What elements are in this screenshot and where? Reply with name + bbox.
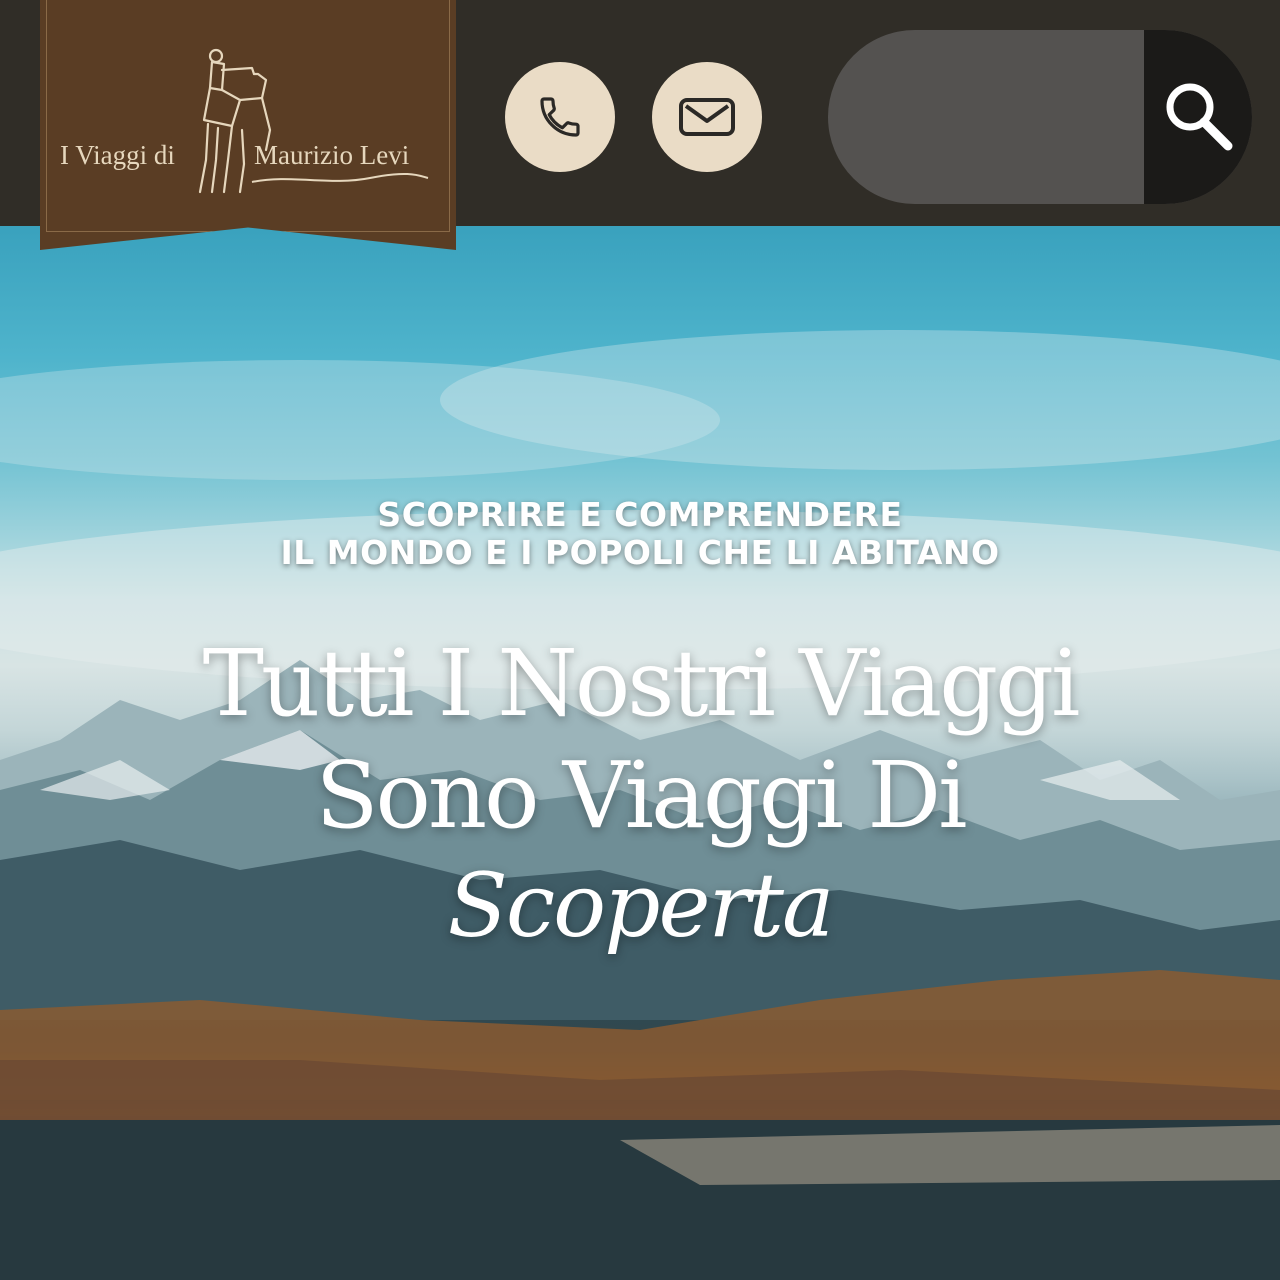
phone-icon: [540, 97, 580, 137]
headline-line-3: Scoperta: [447, 854, 835, 957]
brand-logo[interactable]: I Viaggi di Maurizio Levi: [40, 0, 456, 250]
headline-line-2: Sono Viaggi Di: [315, 742, 967, 849]
email-button[interactable]: [652, 62, 762, 172]
logo-text-right: Maurizio Levi: [254, 140, 410, 170]
tagline-line-2: IL MONDO E I POPOLI CHE LI ABITANO: [280, 533, 1000, 572]
search-icon: [1166, 83, 1233, 151]
logo-text-left: I Viaggi di: [60, 140, 175, 170]
search-input[interactable]: [828, 30, 1144, 204]
hero-headline: Tutti I Nostri Viaggi Sono Viaggi Di Sco…: [0, 628, 1280, 960]
headline-line-1: Tutti I Nostri Viaggi: [202, 630, 1081, 737]
mail-icon: [679, 98, 735, 136]
tagline-line-1: SCOPRIRE E COMPRENDERE: [377, 495, 903, 534]
search-button[interactable]: [1144, 30, 1252, 204]
hero-tagline: SCOPRIRE E COMPRENDERE IL MONDO E I POPO…: [0, 496, 1280, 572]
logo-swash: [251, 172, 429, 183]
phone-button[interactable]: [505, 62, 615, 172]
search-bar: [828, 30, 1252, 204]
